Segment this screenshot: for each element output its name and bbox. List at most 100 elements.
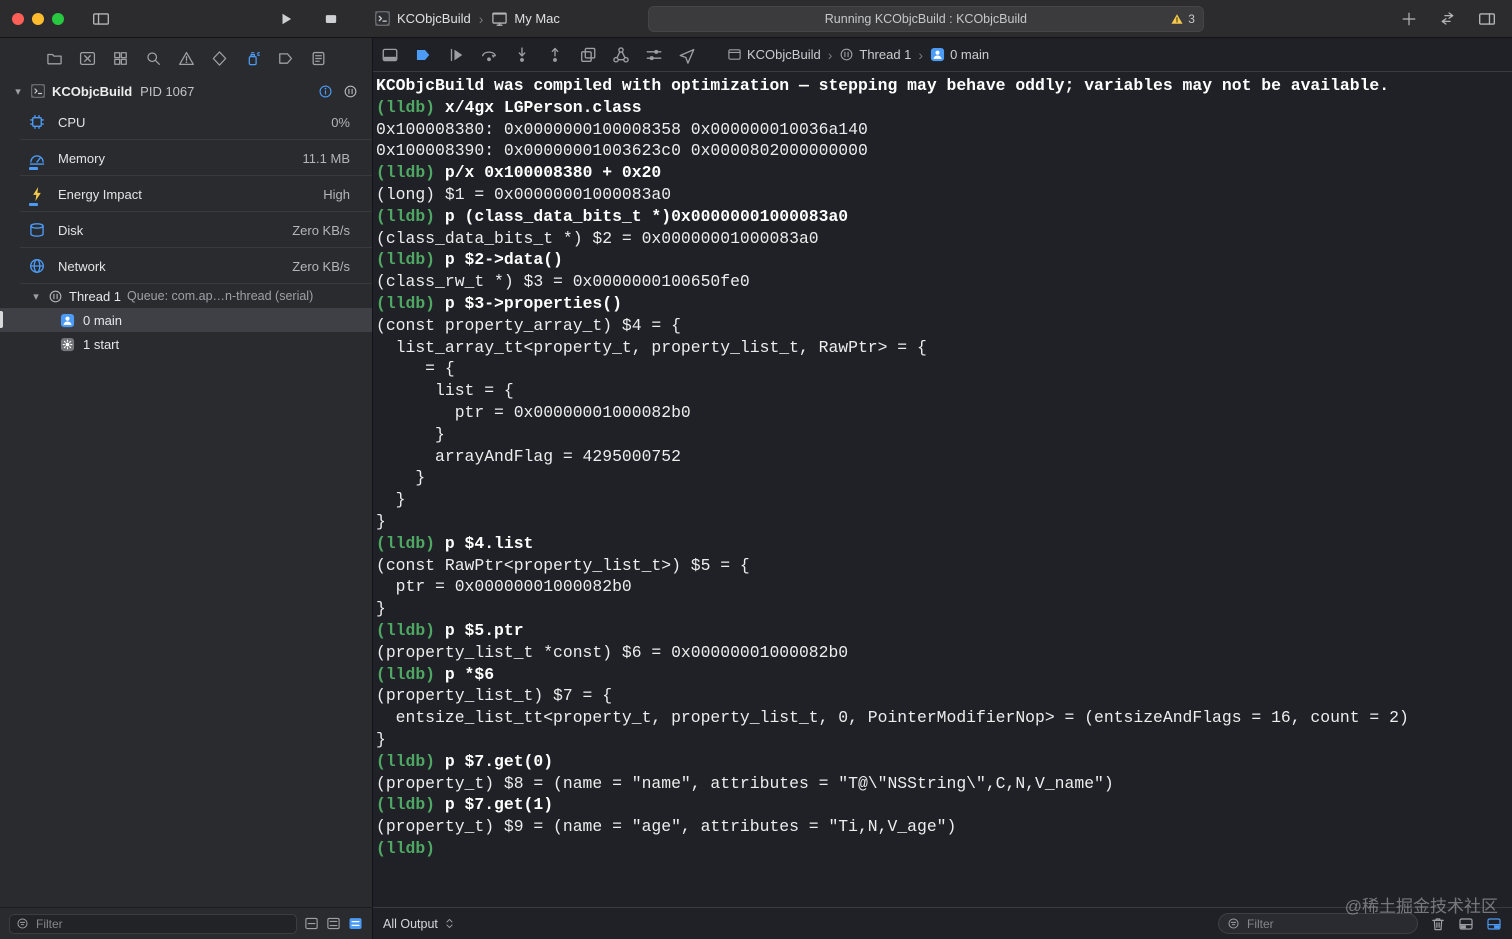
toolbar: KCObjcBuild › My Mac Running KCObjcBuild… bbox=[0, 0, 1512, 38]
continue-button[interactable] bbox=[447, 46, 465, 64]
person-icon bbox=[60, 313, 75, 328]
console-line: (property_list_t *const) $6 = 0x00000001… bbox=[376, 642, 849, 662]
console-line: } bbox=[376, 599, 386, 619]
gauge-network[interactable]: Network Zero KB/s bbox=[0, 248, 372, 284]
stack-frame-main[interactable]: 0 main bbox=[0, 308, 372, 332]
step-over-button[interactable] bbox=[480, 46, 498, 64]
disclosure-triangle-icon[interactable]: ▾ bbox=[12, 85, 24, 98]
window-icon bbox=[727, 47, 742, 62]
chevron-right-icon: › bbox=[918, 46, 924, 63]
breadcrumb-app[interactable]: KCObjcBuild bbox=[747, 47, 821, 62]
toggle-inspector-button[interactable] bbox=[1478, 10, 1496, 28]
process-view-toggle-button[interactable] bbox=[348, 916, 363, 931]
debug-navigator-icon[interactable] bbox=[244, 50, 261, 67]
thread-row[interactable]: ▾ Thread 1 Queue: com.ap…n-thread (seria… bbox=[0, 284, 372, 308]
console-line: (lldb) p $5.ptr bbox=[376, 620, 524, 640]
filter-icon bbox=[16, 917, 29, 930]
info-icon[interactable] bbox=[318, 84, 333, 99]
toggle-console-button[interactable] bbox=[1486, 916, 1502, 932]
stop-button[interactable] bbox=[324, 12, 338, 26]
minimize-window-button[interactable] bbox=[32, 12, 44, 25]
gauge-history-bar bbox=[29, 203, 38, 206]
console-line: (lldb) p (class_data_bits_t *)0x00000001… bbox=[376, 206, 849, 226]
scheme-selector[interactable]: KCObjcBuild › My Mac bbox=[374, 10, 560, 27]
report-navigator-icon[interactable] bbox=[310, 50, 327, 67]
symbol-navigator-icon[interactable] bbox=[112, 50, 129, 67]
memory-graph-button[interactable] bbox=[612, 46, 630, 64]
sidebar-filter-input[interactable] bbox=[34, 915, 290, 932]
console-line: list = { bbox=[376, 381, 514, 401]
clear-console-button[interactable] bbox=[1430, 916, 1446, 932]
console-line: (lldb) p $3->properties() bbox=[376, 293, 622, 313]
scope-label: All Output bbox=[383, 916, 438, 931]
breakpoint-navigator-icon[interactable] bbox=[277, 50, 294, 67]
console-line: 0x100008380: 0x0000000100008358 0x000000… bbox=[376, 119, 868, 139]
environment-overrides-button[interactable] bbox=[645, 46, 663, 64]
process-pid: PID 1067 bbox=[140, 83, 195, 99]
debug-view-hierarchy-button[interactable] bbox=[579, 46, 597, 64]
toggle-variables-view-button[interactable] bbox=[1458, 916, 1474, 932]
sidebar-filter-field[interactable] bbox=[9, 913, 297, 934]
window-controls bbox=[12, 12, 64, 25]
library-add-button[interactable] bbox=[1401, 11, 1417, 27]
console-line: arrayAndFlag = 4295000752 bbox=[376, 446, 681, 466]
console-line: } bbox=[376, 424, 445, 444]
gauge-cpu[interactable]: CPU 0% bbox=[0, 104, 372, 140]
activity-view[interactable]: Running KCObjcBuild : KCObjcBuild 3 bbox=[647, 5, 1204, 32]
step-into-button[interactable] bbox=[513, 46, 531, 64]
gauge-disk[interactable]: Disk Zero KB/s bbox=[0, 212, 372, 248]
stack-frame-start[interactable]: 1 start bbox=[0, 332, 372, 356]
close-window-button[interactable] bbox=[12, 12, 24, 25]
thread-display-options-button[interactable] bbox=[326, 916, 341, 931]
show-frames-with-source-button[interactable] bbox=[304, 916, 319, 931]
console-line: (property_t) $8 = (name = "name", attrib… bbox=[376, 773, 1114, 793]
zoom-window-button[interactable] bbox=[52, 12, 64, 25]
console-line: (lldb) p *$6 bbox=[376, 664, 495, 684]
scheme-name: KCObjcBuild bbox=[397, 11, 471, 26]
console-filter-field[interactable] bbox=[1218, 913, 1418, 934]
gauge-label: Energy Impact bbox=[58, 186, 142, 202]
console-line: (lldb) x/4gx LGPerson.class bbox=[376, 97, 642, 117]
pause-icon bbox=[839, 47, 854, 62]
process-app-icon bbox=[30, 83, 46, 99]
pause-icon bbox=[48, 289, 63, 304]
console-filter-input[interactable] bbox=[1245, 915, 1409, 932]
breadcrumb-frame[interactable]: 0 main bbox=[950, 47, 989, 62]
issue-badge[interactable]: 3 bbox=[1170, 12, 1195, 26]
console-line: } bbox=[376, 468, 426, 488]
console-line: (const RawPtr<property_list_t>) $5 = { bbox=[376, 555, 750, 575]
content: ▾ KCObjcBuild PID 1067 CPU 0% Memory 11.… bbox=[0, 38, 1512, 939]
step-out-button[interactable] bbox=[546, 46, 564, 64]
simulate-location-button[interactable] bbox=[678, 46, 696, 64]
console-line: 0x100008390: 0x00000001003623c0 0x000080… bbox=[376, 141, 868, 161]
project-navigator-icon[interactable] bbox=[46, 50, 63, 67]
destination-name: My Mac bbox=[514, 11, 560, 26]
console-line: (property_t) $9 = (name = "age", attribu… bbox=[376, 817, 957, 837]
test-navigator-icon[interactable] bbox=[211, 50, 228, 67]
issue-navigator-icon[interactable] bbox=[178, 50, 195, 67]
console-line: (property_list_t) $7 = { bbox=[376, 686, 613, 706]
energy-icon bbox=[28, 185, 46, 203]
source-control-navigator-icon[interactable] bbox=[79, 50, 96, 67]
console-output[interactable]: KCObjcBuild was compiled with optimizati… bbox=[373, 72, 1512, 907]
disclosure-triangle-icon[interactable]: ▾ bbox=[30, 290, 42, 303]
status-text: Running KCObjcBuild : KCObjcBuild bbox=[824, 11, 1027, 26]
breadcrumb-thread[interactable]: Thread 1 bbox=[859, 47, 911, 62]
console-line: (lldb) p $7.get(1) bbox=[376, 795, 554, 815]
gauge-memory[interactable]: Memory 11.1 MB bbox=[0, 140, 372, 176]
run-button[interactable] bbox=[278, 11, 294, 27]
debug-navigator-sidebar: ▾ KCObjcBuild PID 1067 CPU 0% Memory 11.… bbox=[0, 38, 373, 939]
gauge-label: Disk bbox=[58, 222, 84, 238]
code-review-button[interactable] bbox=[1439, 10, 1456, 27]
output-scope-selector[interactable]: All Output bbox=[383, 917, 456, 931]
process-row[interactable]: ▾ KCObjcBuild PID 1067 bbox=[0, 78, 372, 104]
gauge-value: 11.1 MB bbox=[302, 150, 350, 166]
breakpoints-toggle-button[interactable] bbox=[414, 46, 432, 64]
toggle-navigator-button[interactable] bbox=[92, 10, 110, 28]
pause-process-icon[interactable] bbox=[343, 84, 358, 99]
gauge-energy[interactable]: Energy Impact High bbox=[0, 176, 372, 212]
filter-icon bbox=[1227, 917, 1240, 930]
chevron-right-icon: › bbox=[827, 46, 833, 63]
find-navigator-icon[interactable] bbox=[145, 50, 162, 67]
hide-debug-area-button[interactable] bbox=[381, 46, 399, 64]
